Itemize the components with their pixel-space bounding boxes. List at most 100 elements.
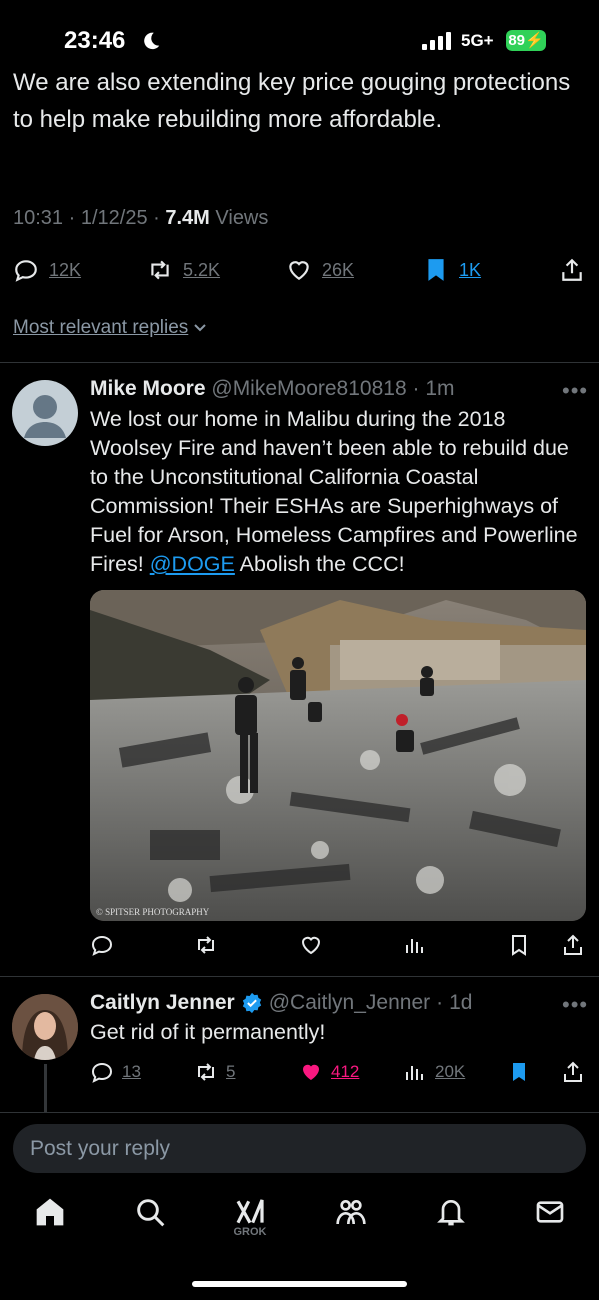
reply-icon [91,1062,113,1083]
reply-time: 1d [449,991,473,1014]
author-name[interactable]: Mike Moore [90,377,206,400]
bookmark-button[interactable]: 1K [423,256,481,284]
tab-messages[interactable] [530,1196,570,1240]
photo-credit: © SPITSER PHOTOGRAPHY [96,907,210,917]
more-options-button[interactable]: ••• [562,378,588,404]
tweet-text: We are also extending key price gouging … [13,69,571,133]
profile-photo [12,994,78,1060]
reply-button[interactable]: 13 [90,1060,141,1084]
mail-icon [536,1201,564,1223]
verified-badge-icon [242,992,261,1014]
views-label: Views [215,207,269,229]
home-icon [36,1198,64,1226]
tab-home[interactable] [30,1196,70,1240]
author-handle[interactable]: @MikeMoore810818 [211,377,406,400]
reply-text: We lost our home in Malibu during the 20… [90,405,585,579]
reply-icon [91,935,113,956]
analytics-icon [406,939,423,953]
divider [0,1112,599,1113]
views-count: 20K [435,1062,466,1081]
search-icon [137,1199,165,1227]
repost-count: 5.2K [183,259,221,280]
repost-button[interactable]: 5.2K [147,256,220,284]
reply-header: Caitlyn Jenner @Caitlyn_Jenner · 1d [90,991,473,1015]
bell-icon [437,1200,465,1226]
views-button[interactable] [403,933,427,957]
reply-placeholder: Post your reply [30,1137,171,1160]
tab-communities[interactable] [331,1196,371,1240]
repost-count: 5 [226,1062,236,1081]
divider [0,362,599,363]
repost-button[interactable] [194,933,218,957]
share-button[interactable] [561,1060,585,1084]
reply-photo[interactable]: © SPITSER PHOTOGRAPHY [90,590,586,921]
tweet-time: 10:31 [13,207,64,229]
heart-icon [301,936,321,955]
sort-label: Most relevant replies [13,317,189,338]
author-name[interactable]: Caitlyn Jenner [90,991,235,1015]
grok-icon [236,1199,264,1224]
share-icon [562,258,582,281]
bookmark-icon [512,935,526,956]
repost-icon [198,936,214,954]
mention-link[interactable]: @DOGE [150,552,235,576]
reply-input[interactable]: Post your reply [13,1124,586,1173]
more-options-button[interactable]: ••• [562,992,588,1018]
thread-line [44,1064,47,1112]
tab-notifications[interactable] [431,1196,471,1240]
default-avatar-icon [24,395,66,438]
analytics-icon [406,1066,423,1080]
communities-icon [336,1200,366,1225]
repost-icon [151,260,169,280]
moon-icon [144,32,160,50]
tweet-meta: 10:31 · 1/12/25 · 7.4M Views [13,207,269,229]
reply-count: 12K [49,259,82,280]
avatar[interactable] [12,380,78,446]
like-button[interactable]: 412 [299,1060,359,1084]
tab-search[interactable] [130,1196,170,1240]
heart-icon [289,261,309,280]
chevron-down-icon [194,324,207,332]
views-count: 7.4M [165,207,210,229]
share-icon [564,934,582,955]
reply-header: Mike Moore @MikeMoore810818 · 1m [90,377,455,400]
like-button[interactable] [299,933,323,957]
avatar[interactable] [12,994,78,1060]
battery-indicator: 89⚡ [506,30,546,51]
signal-icon [422,32,451,50]
home-indicator [192,1281,407,1287]
reply-text-main: We lost our home in Malibu during the 20… [90,407,578,576]
status-time: 23:46 [64,27,126,54]
grok-label: GROK [233,1226,267,1238]
bookmark-count: 1K [459,259,482,280]
author-handle[interactable]: @Caitlyn_Jenner [269,991,430,1015]
reply-button[interactable]: 12K [13,256,81,284]
reply-count: 13 [122,1062,141,1081]
like-button[interactable]: 26K [286,256,354,284]
heart-filled-icon [303,1064,319,1080]
reply-text-end: Abolish the CCC! [239,552,405,576]
reply-text: Get rid of it permanently! [90,1020,326,1044]
battery-level: 89 [508,32,525,49]
share-button[interactable] [559,256,585,284]
like-count: 26K [322,259,355,280]
bookmark-button[interactable] [507,1060,531,1084]
sort-replies-dropdown[interactable]: Most relevant replies [13,317,208,339]
views-button[interactable]: 20K [403,1060,465,1084]
reply-time: 1m [425,377,455,400]
share-icon [564,1061,582,1082]
repost-button[interactable]: 5 [194,1060,235,1084]
repost-icon [198,1063,214,1081]
reply-button[interactable] [90,933,114,957]
bookmark-icon [513,1063,525,1081]
tweet-date: 1/12/25 [80,207,148,229]
fire-ruins-photo: © SPITSER PHOTOGRAPHY [90,590,586,921]
like-count: 412 [331,1062,360,1081]
share-button[interactable] [561,933,585,957]
bookmark-button[interactable] [507,933,531,957]
tab-grok[interactable]: GROK [230,1196,270,1240]
bookmark-icon [428,259,444,281]
network-type: 5G+ [461,31,494,50]
divider [0,976,599,977]
reply-icon [15,260,37,282]
